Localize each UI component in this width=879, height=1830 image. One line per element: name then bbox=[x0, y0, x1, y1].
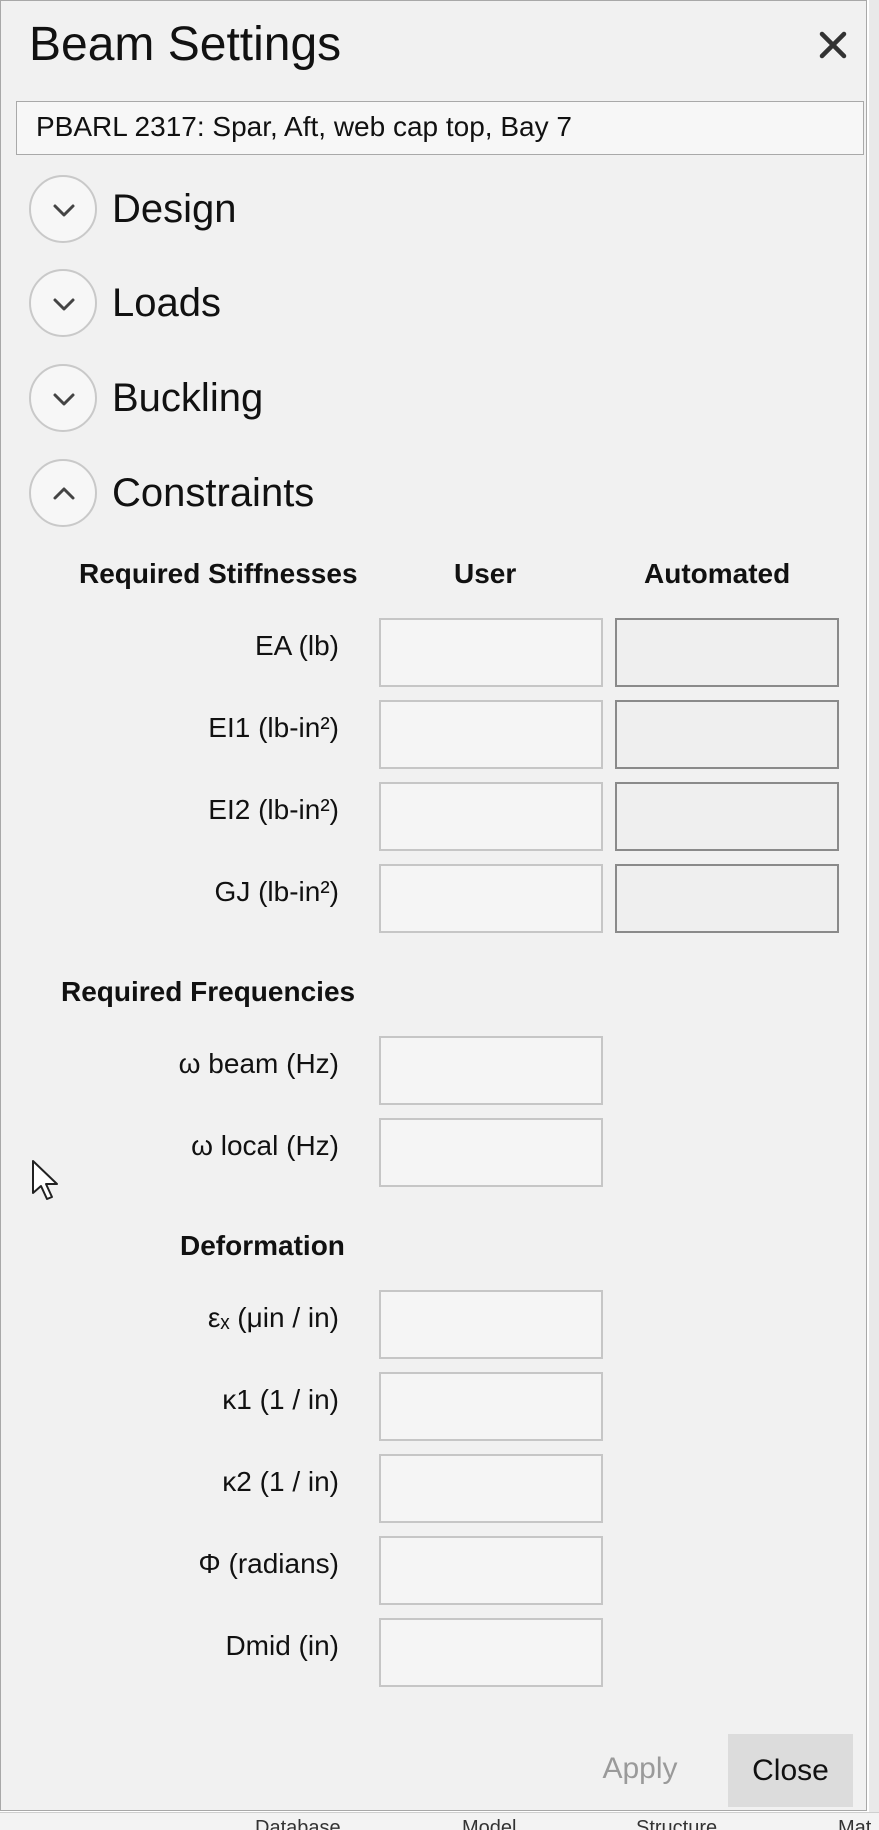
ea-user-input[interactable] bbox=[379, 618, 603, 687]
section-label: Loads bbox=[112, 281, 221, 325]
section-label: Constraints bbox=[112, 471, 315, 515]
gj-user-input[interactable] bbox=[379, 864, 603, 933]
apply-button[interactable]: Apply bbox=[581, 1734, 699, 1804]
stiffness-header: Required Stiffnesses bbox=[79, 558, 358, 589]
ei1-automated-input[interactable] bbox=[615, 700, 839, 769]
deformation-header: Deformation bbox=[180, 1230, 345, 1261]
chevron-up-icon[interactable] bbox=[29, 459, 97, 527]
gj-label: GJ (lb-in²) bbox=[214, 876, 339, 907]
close-icon[interactable] bbox=[813, 25, 853, 65]
section-buckling[interactable]: Buckling bbox=[29, 364, 529, 434]
section-design[interactable]: Design bbox=[29, 175, 529, 245]
ei2-label: EI2 (lb-in²) bbox=[208, 794, 339, 825]
background-tab-model: Model bbox=[462, 1817, 517, 1830]
ei2-user-input[interactable] bbox=[379, 782, 603, 851]
background-tab-strip: Database Model Structure Mat bbox=[0, 1812, 879, 1830]
phi-input[interactable] bbox=[379, 1536, 603, 1605]
kappa1-input[interactable] bbox=[379, 1372, 603, 1441]
ei2-automated-input[interactable] bbox=[615, 782, 839, 851]
chevron-down-icon[interactable] bbox=[29, 364, 97, 432]
background-tab-structure: Structure bbox=[636, 1817, 718, 1830]
section-label: Design bbox=[112, 187, 237, 231]
omega-beam-input[interactable] bbox=[379, 1036, 603, 1105]
epsilon-x-input[interactable] bbox=[379, 1290, 603, 1359]
beam-settings-dialog: Beam Settings PBARL 2317: Spar, Aft, web… bbox=[0, 0, 867, 1811]
dialog-title: Beam Settings bbox=[29, 18, 342, 71]
ea-label: EA (lb) bbox=[254, 630, 339, 661]
omega-beam-label: ω beam (Hz) bbox=[178, 1048, 339, 1079]
background-window-edge bbox=[869, 0, 879, 1829]
ei1-user-input[interactable] bbox=[379, 700, 603, 769]
omega-local-label: ω local (Hz) bbox=[191, 1130, 339, 1161]
omega-local-input[interactable] bbox=[379, 1118, 603, 1187]
ei1-label: EI1 (lb-in²) bbox=[208, 712, 339, 743]
ea-automated-input[interactable] bbox=[615, 618, 839, 687]
column-header-automated: Automated bbox=[644, 558, 791, 589]
column-header-user: User bbox=[454, 558, 517, 589]
close-button[interactable]: Close bbox=[728, 1734, 853, 1807]
mouse-cursor-icon bbox=[31, 1159, 59, 1206]
background-tab-database: Database bbox=[255, 1817, 341, 1830]
section-loads[interactable]: Loads bbox=[29, 269, 529, 339]
section-constraints[interactable]: Constraints bbox=[29, 459, 529, 529]
dmid-label: Dmid (in) bbox=[225, 1630, 339, 1661]
epsilon-x-label: εₓ (μin / in) bbox=[207, 1302, 339, 1333]
frequency-header: Required Frequencies bbox=[61, 976, 356, 1007]
kappa1-label: κ1 (1 / in) bbox=[222, 1384, 339, 1415]
section-label: Buckling bbox=[112, 376, 264, 420]
phi-label: Φ (radians) bbox=[198, 1548, 339, 1579]
background-tab-mat: Mat bbox=[838, 1817, 872, 1830]
chevron-down-icon[interactable] bbox=[29, 269, 97, 337]
chevron-down-icon[interactable] bbox=[29, 175, 97, 243]
name-field[interactable]: PBARL 2317: Spar, Aft, web cap top, Bay … bbox=[16, 101, 864, 155]
dmid-input[interactable] bbox=[379, 1618, 603, 1687]
kappa2-label: κ2 (1 / in) bbox=[222, 1466, 339, 1497]
kappa2-input[interactable] bbox=[379, 1454, 603, 1523]
gj-automated-input[interactable] bbox=[615, 864, 839, 933]
